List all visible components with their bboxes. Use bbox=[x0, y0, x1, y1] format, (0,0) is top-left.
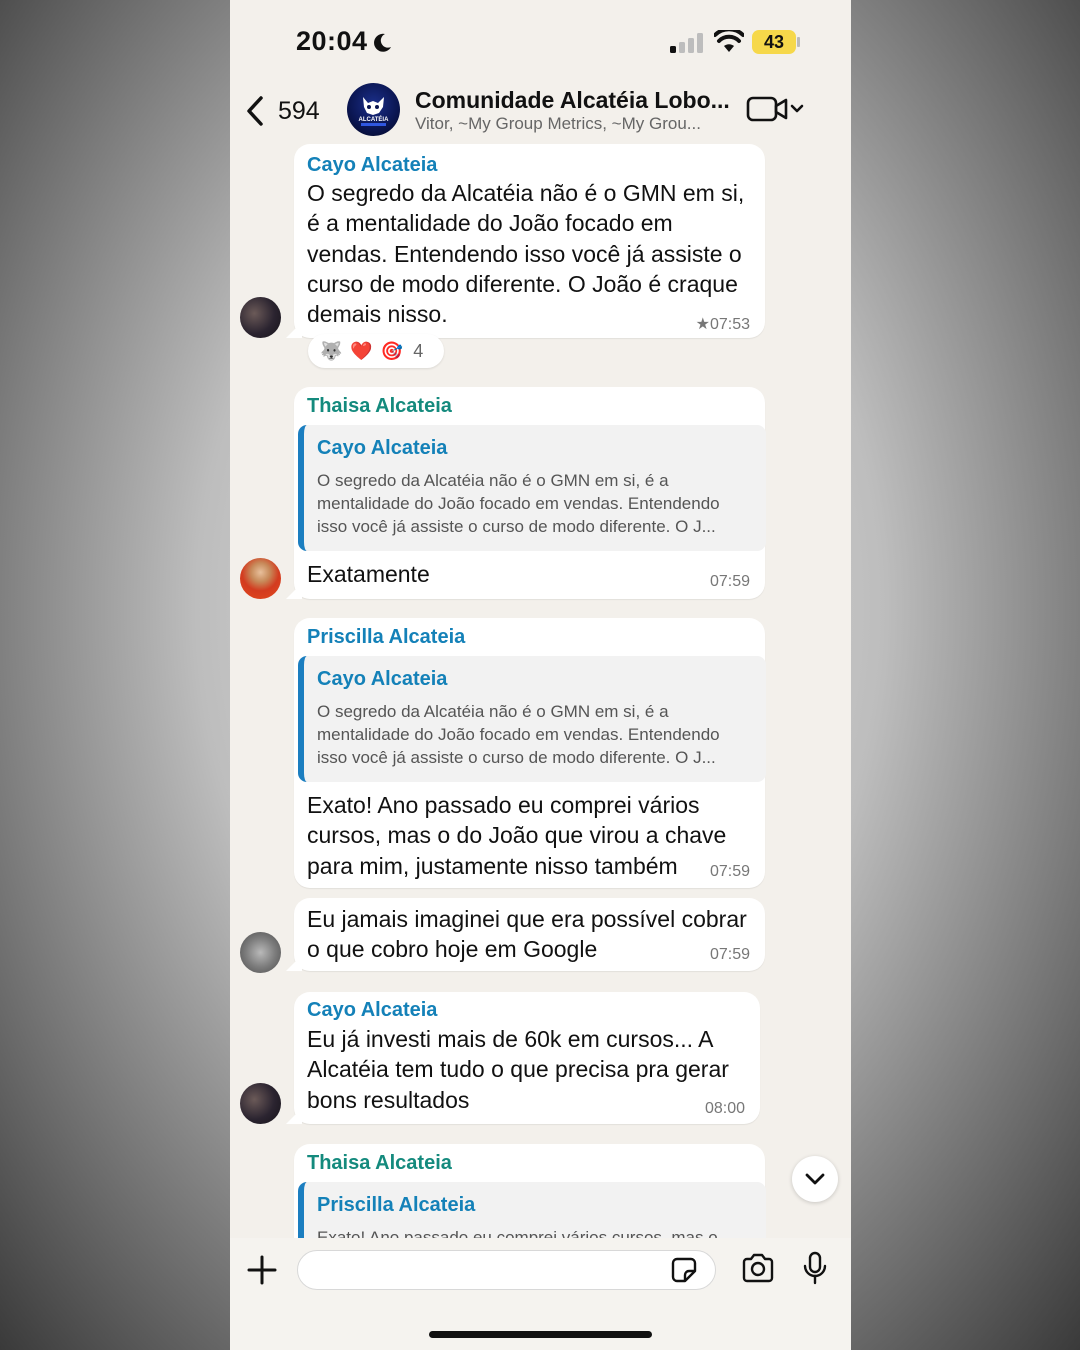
message-bubble[interactable]: Eu jamais imaginei que era possível cobr… bbox=[294, 898, 765, 971]
camera-icon[interactable] bbox=[741, 1253, 775, 1283]
message-time: 08:00 bbox=[704, 1100, 745, 1117]
video-call-button[interactable] bbox=[746, 94, 808, 124]
plus-icon[interactable] bbox=[246, 1254, 278, 1286]
sender-name[interactable]: Thaisa Alcateia bbox=[307, 1152, 452, 1175]
avatar-thaisa[interactable] bbox=[240, 558, 281, 599]
avatar-priscilla[interactable] bbox=[240, 932, 281, 973]
message-time: ★07:53 bbox=[695, 316, 750, 333]
sender-name[interactable]: Priscilla Alcateia bbox=[307, 626, 465, 649]
microphone-icon[interactable] bbox=[803, 1251, 827, 1285]
quoted-message[interactable]: Cayo Alcateia O segredo da Alcatéia não … bbox=[298, 425, 766, 551]
message-time: 07:59 bbox=[709, 946, 750, 963]
message-text: Eu já investi mais de 60k em cursos... A… bbox=[307, 1026, 729, 1113]
status-time: 20:04 bbox=[296, 26, 368, 56]
reactions-pill[interactable]: 🐺 ❤️ 🎯 4 bbox=[308, 334, 444, 368]
message-bubble[interactable]: Thaisa Alcateia Priscilla Alcateia Exato… bbox=[294, 1144, 766, 1238]
back-button[interactable]: 594 bbox=[244, 94, 334, 128]
reaction-count: 4 bbox=[413, 340, 424, 361]
unread-count: 594 bbox=[278, 96, 320, 125]
heart-emoji: ❤️ bbox=[350, 340, 373, 361]
quoted-sender: Cayo Alcateia bbox=[317, 437, 448, 459]
quoted-text: O segredo da Alcatéia não é o GMN em si,… bbox=[317, 702, 720, 767]
battery-indicator: 43 bbox=[752, 30, 796, 54]
scroll-to-bottom-button[interactable] bbox=[792, 1156, 838, 1202]
home-indicator[interactable] bbox=[429, 1331, 652, 1338]
chevron-left-icon bbox=[247, 96, 263, 126]
moon-icon bbox=[374, 33, 391, 52]
chat-header: 594 ALCATÉIA Comunidade Alcatéia Lobo...… bbox=[230, 80, 851, 142]
sticker-icon[interactable] bbox=[671, 1257, 697, 1283]
avatar-cayo[interactable] bbox=[240, 1083, 281, 1124]
message-bubble[interactable]: Priscilla Alcateia Cayo Alcateia O segre… bbox=[294, 618, 766, 888]
avatar-logo-text: ALCATÉIA bbox=[359, 115, 390, 123]
message-bubble[interactable]: Cayo Alcateia Eu já investi mais de 60k … bbox=[294, 992, 760, 1124]
phone-screen: 20:04 43 594 ALCATÉIA Comunidade Alcatéi… bbox=[230, 0, 851, 1350]
message-list[interactable]: Cayo Alcateia O segredo da Alcatéia não … bbox=[230, 142, 851, 1238]
sender-name[interactable]: Cayo Alcateia bbox=[307, 999, 437, 1022]
quoted-sender: Cayo Alcateia bbox=[317, 668, 448, 690]
sender-name[interactable]: Thaisa Alcateia bbox=[307, 395, 452, 418]
quoted-text: O segredo da Alcatéia não é o GMN em si,… bbox=[317, 471, 720, 536]
group-avatar[interactable]: ALCATÉIA bbox=[347, 83, 400, 136]
message-time: 07:59 bbox=[709, 573, 750, 590]
avatar-cayo[interactable] bbox=[240, 297, 281, 338]
wifi-icon bbox=[714, 30, 744, 52]
quoted-sender: Priscilla Alcateia bbox=[317, 1194, 476, 1216]
message-time: 07:59 bbox=[709, 863, 750, 880]
sender-name[interactable]: Cayo Alcateia bbox=[307, 154, 437, 177]
status-bar: 20:04 43 bbox=[230, 0, 851, 80]
group-name[interactable]: Comunidade Alcatéia Lobo... bbox=[415, 87, 730, 114]
battery-tip bbox=[797, 37, 800, 47]
wolf-emoji: 🐺 bbox=[320, 340, 343, 361]
target-emoji: 🎯 bbox=[380, 340, 404, 361]
message-text: Eu jamais imaginei que era possível cobr… bbox=[307, 906, 747, 963]
message-text: Exato! Ano passado eu comprei vários cur… bbox=[307, 792, 727, 879]
quoted-message[interactable]: Cayo Alcateia O segredo da Alcatéia não … bbox=[298, 656, 766, 782]
wolf-logo-icon: ALCATÉIA bbox=[359, 97, 390, 126]
composer-bar bbox=[230, 1238, 851, 1350]
cellular-signal-icon bbox=[670, 33, 703, 53]
quoted-text: Exato! Ano passado eu comprei vários cur… bbox=[317, 1228, 718, 1238]
message-bubble[interactable]: Cayo Alcateia O segredo da Alcatéia não … bbox=[294, 144, 765, 338]
message-input[interactable] bbox=[297, 1250, 716, 1290]
group-members-preview[interactable]: Vitor, ~My Group Metrics, ~My Grou... bbox=[415, 114, 701, 134]
message-bubble[interactable]: Thaisa Alcateia Cayo Alcateia O segredo … bbox=[294, 387, 766, 599]
chevron-down-icon bbox=[805, 1173, 825, 1185]
message-text: Exatamente bbox=[307, 561, 430, 587]
quoted-message[interactable]: Priscilla Alcateia Exato! Ano passado eu… bbox=[298, 1182, 766, 1238]
message-text: O segredo da Alcatéia não é o GMN em si,… bbox=[307, 180, 745, 328]
